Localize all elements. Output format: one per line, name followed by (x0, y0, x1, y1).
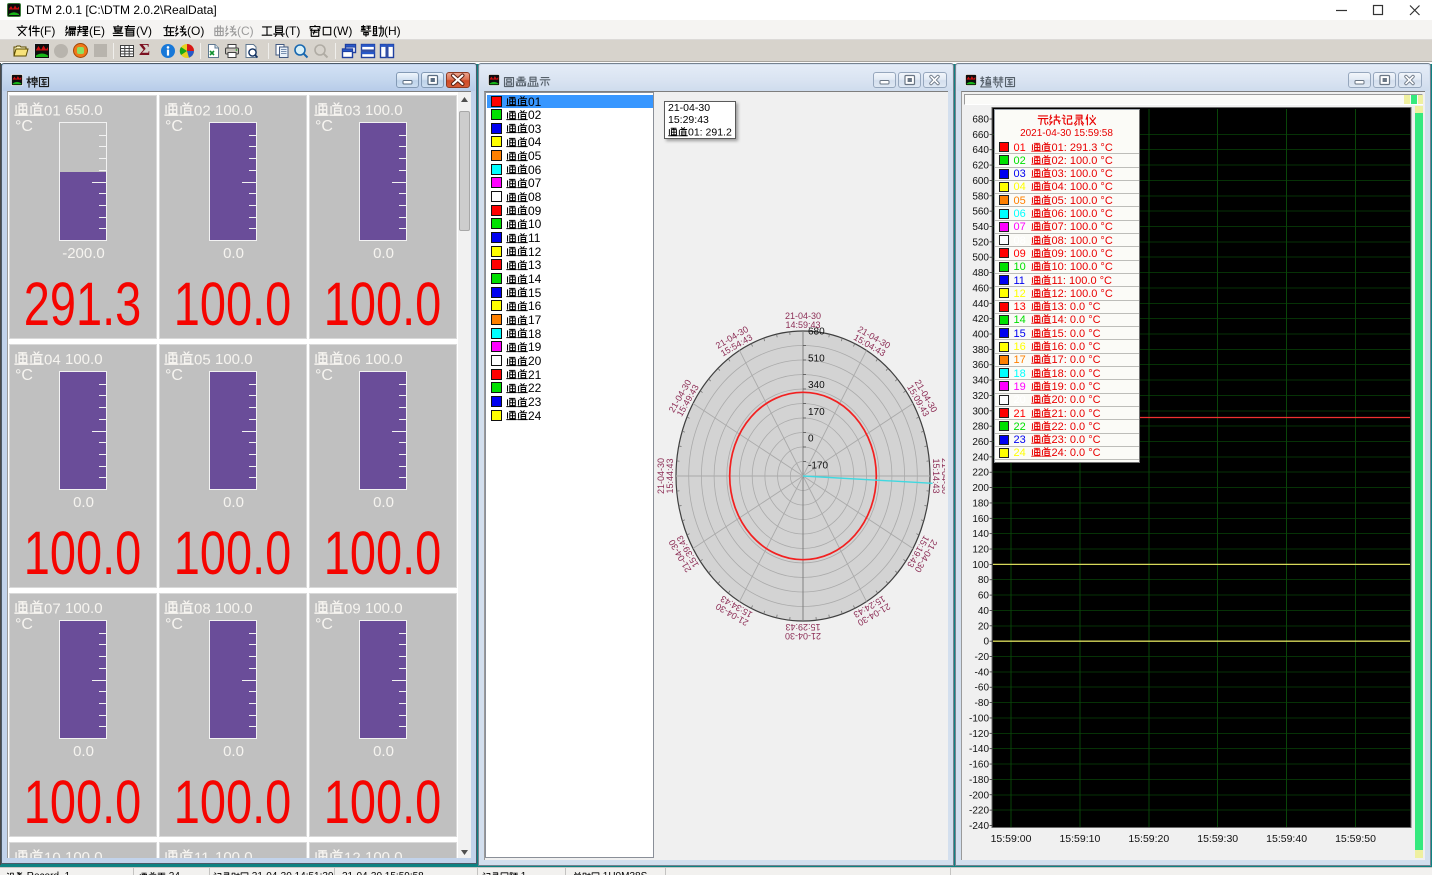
svg-text:540: 540 (972, 222, 989, 233)
svg-text:360: 360 (972, 360, 989, 371)
svg-text:280: 280 (972, 422, 989, 433)
svg-text:680: 680 (972, 115, 989, 126)
svg-text:620: 620 (972, 161, 989, 172)
svg-text:440: 440 (972, 299, 989, 310)
svg-text:15:59:00: 15:59:00 (991, 833, 1032, 845)
svg-text:-40: -40 (975, 667, 990, 678)
svg-text:100: 100 (972, 560, 989, 571)
svg-text:400: 400 (972, 330, 989, 341)
svg-text:120: 120 (972, 545, 989, 556)
svg-text:-180: -180 (969, 775, 989, 786)
svg-text:520: 520 (972, 237, 989, 248)
svg-text:-120: -120 (969, 729, 989, 740)
svg-text:560: 560 (972, 207, 989, 218)
svg-text:15:44:43: 15:44:43 (665, 458, 675, 493)
svg-text:60: 60 (978, 591, 990, 602)
svg-text:300: 300 (972, 406, 989, 417)
svg-text:460: 460 (972, 283, 989, 294)
svg-text:600: 600 (972, 176, 989, 187)
svg-text:380: 380 (972, 345, 989, 356)
svg-text:240: 240 (972, 452, 989, 463)
svg-text:320: 320 (972, 391, 989, 402)
svg-text:-100: -100 (969, 713, 989, 724)
svg-text:15:59:40: 15:59:40 (1266, 833, 1307, 845)
svg-text:660: 660 (972, 130, 989, 141)
svg-text:140: 140 (972, 529, 989, 540)
svg-text:260: 260 (972, 437, 989, 448)
svg-text:580: 580 (972, 191, 989, 202)
svg-text:180: 180 (972, 498, 989, 509)
svg-text:220: 220 (972, 468, 989, 479)
svg-text:-60: -60 (975, 683, 990, 694)
svg-text:0: 0 (808, 434, 814, 445)
svg-text:-170: -170 (808, 460, 828, 471)
svg-text:15:59:20: 15:59:20 (1128, 833, 1169, 845)
svg-text:420: 420 (972, 314, 989, 325)
svg-text:15:29:43: 15:29:43 (785, 622, 820, 632)
svg-text:15:14:43: 15:14:43 (931, 458, 941, 493)
svg-text:340: 340 (972, 376, 989, 387)
svg-text:-160: -160 (969, 760, 989, 771)
svg-text:40: 40 (978, 606, 990, 617)
svg-text:-80: -80 (975, 698, 990, 709)
svg-text:640: 640 (972, 145, 989, 156)
svg-text:0: 0 (983, 637, 989, 648)
svg-text:20: 20 (978, 621, 990, 632)
svg-text:170: 170 (808, 407, 825, 418)
svg-text:340: 340 (808, 380, 825, 391)
svg-text:15:59:50: 15:59:50 (1335, 833, 1376, 845)
svg-text:200: 200 (972, 483, 989, 494)
svg-text:160: 160 (972, 514, 989, 525)
svg-text:510: 510 (808, 353, 825, 364)
svg-text:-240: -240 (969, 821, 989, 832)
svg-text:15:59:30: 15:59:30 (1197, 833, 1238, 845)
svg-text:-200: -200 (969, 790, 989, 801)
svg-text:80: 80 (978, 575, 990, 586)
svg-text:-140: -140 (969, 744, 989, 755)
svg-text:14:59:43: 14:59:43 (785, 320, 820, 330)
svg-text:15:59:10: 15:59:10 (1059, 833, 1100, 845)
svg-text:-220: -220 (969, 806, 989, 817)
svg-text:480: 480 (972, 268, 989, 279)
svg-text:500: 500 (972, 253, 989, 264)
svg-text:-20: -20 (975, 652, 990, 663)
